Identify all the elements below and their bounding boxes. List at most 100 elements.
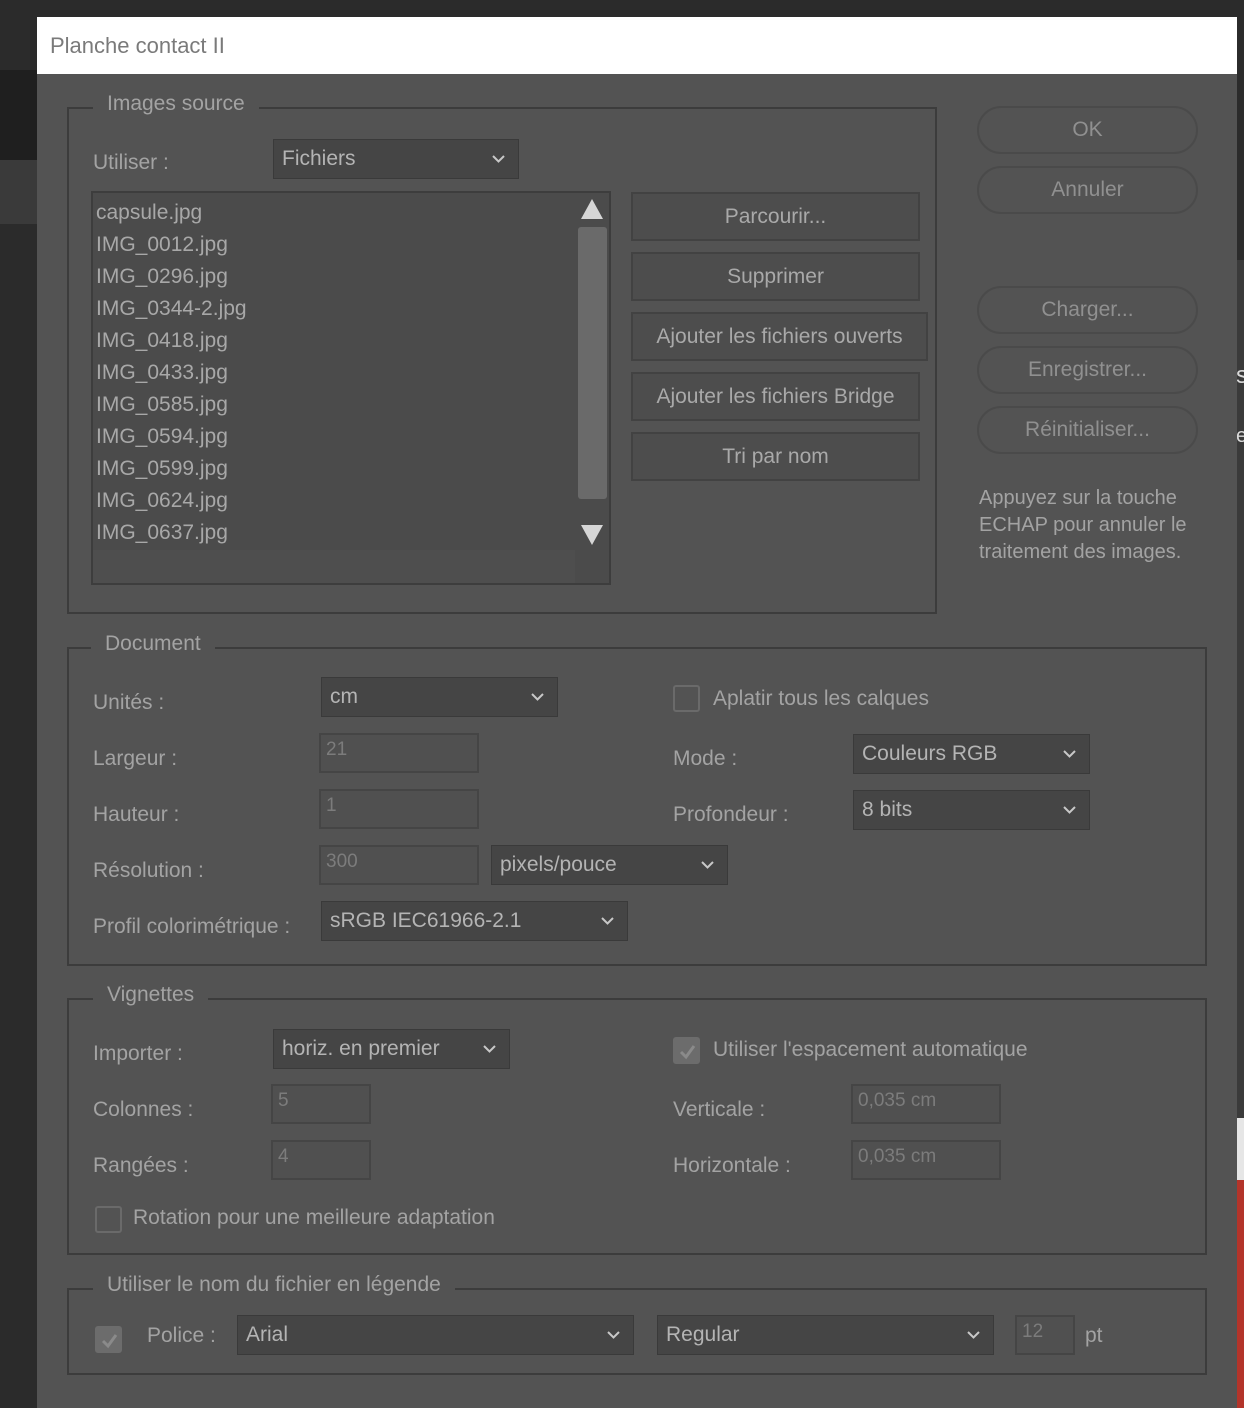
use-dropdown-value: Fichiers (282, 147, 356, 170)
file-list-item[interactable]: IMG_0594.jpg (96, 421, 247, 453)
depth-dropdown[interactable]: 8 bits (853, 790, 1090, 830)
add-open-files-button[interactable]: Ajouter les fichiers ouverts (631, 312, 928, 361)
place-dropdown[interactable]: horiz. en premier (273, 1029, 510, 1069)
font-dropdown-value: Arial (246, 1323, 289, 1346)
cancel-button[interactable]: Annuler (977, 166, 1198, 214)
auto-spacing-checkbox[interactable] (673, 1037, 700, 1064)
horizontal-spacing-field[interactable]: 0,035 cm (851, 1140, 1001, 1180)
file-list-empty-area (93, 550, 575, 583)
thumbnails-group: Vignettes Importer : horiz. en premier C… (67, 983, 1207, 1255)
mode-dropdown-value: Couleurs RGB (862, 742, 998, 765)
chevron-down-icon (483, 1045, 496, 1053)
place-dropdown-value: horiz. en premier (282, 1037, 440, 1060)
save-button[interactable]: Enregistrer... (977, 346, 1198, 394)
chevron-down-icon (701, 861, 714, 869)
chevron-down-icon (531, 693, 544, 701)
rows-field[interactable]: 4 (271, 1140, 371, 1180)
font-size-field[interactable]: 12 (1015, 1315, 1075, 1355)
file-list-item[interactable]: IMG_0433.jpg (96, 357, 247, 389)
reset-button[interactable]: Réinitialiser... (977, 406, 1198, 454)
font-style-value: Regular (666, 1323, 740, 1346)
ok-button[interactable]: OK (977, 106, 1198, 154)
units-dropdown[interactable]: cm (321, 677, 558, 717)
columns-field[interactable]: 5 (271, 1084, 371, 1124)
checkmark-icon (101, 1334, 118, 1349)
color-profile-label: Profil colorimétrique : (93, 915, 291, 938)
auto-spacing-label: Utiliser l'espacement automatique (713, 1038, 1028, 1061)
chevron-down-icon (492, 155, 505, 163)
horizontal-label: Horizontale : (673, 1154, 791, 1177)
chevron-down-icon (1063, 750, 1076, 758)
units-dropdown-value: cm (330, 685, 358, 708)
flatten-layers-checkbox[interactable] (673, 685, 700, 712)
chevron-down-icon (607, 1331, 620, 1339)
background-text: e (1236, 425, 1244, 447)
use-dropdown[interactable]: Fichiers (273, 139, 519, 179)
mode-dropdown[interactable]: Couleurs RGB (853, 734, 1090, 774)
load-button[interactable]: Charger... (977, 286, 1198, 334)
vertical-label: Verticale : (673, 1098, 766, 1121)
background-panel (0, 70, 37, 160)
font-style-dropdown[interactable]: Regular (657, 1315, 994, 1355)
font-label: Police : (147, 1324, 216, 1347)
color-profile-dropdown[interactable]: sRGB IEC61966-2.1 (321, 901, 628, 941)
resolution-unit-value: pixels/pouce (500, 853, 617, 876)
file-list[interactable]: capsule.jpg IMG_0012.jpg IMG_0296.jpg IMG_0… (91, 191, 611, 585)
file-list-item[interactable]: IMG_0599.jpg (96, 453, 247, 485)
document-group: Document Unités : cm Largeur : 21 Hauteu… (67, 632, 1207, 966)
height-field[interactable]: 1 (319, 789, 479, 829)
file-list-item[interactable]: IMG_0344-2.jpg (96, 293, 247, 325)
vertical-spacing-field[interactable]: 0,035 cm (851, 1084, 1001, 1124)
rows-label: Rangées : (93, 1154, 189, 1177)
color-profile-value: sRGB IEC61966-2.1 (330, 909, 522, 932)
remove-button[interactable]: Supprimer (631, 252, 920, 301)
file-list-item[interactable]: IMG_0296.jpg (96, 261, 247, 293)
scroll-thumb[interactable] (578, 227, 607, 499)
place-label: Importer : (93, 1042, 183, 1065)
rotate-label: Rotation pour une meilleure adaptation (133, 1206, 495, 1229)
caption-legend: Utiliser le nom du fichier en légende (93, 1273, 455, 1297)
depth-label: Profondeur : (673, 803, 789, 826)
rotate-checkbox[interactable] (95, 1206, 122, 1233)
document-legend: Document (91, 632, 215, 656)
browse-button[interactable]: Parcourir... (631, 192, 920, 241)
file-list-item[interactable]: capsule.jpg (96, 197, 247, 229)
file-list-item[interactable]: IMG_0418.jpg (96, 325, 247, 357)
caption-group: Utiliser le nom du fichier en légende Po… (67, 1273, 1207, 1375)
font-size-unit: pt (1085, 1324, 1103, 1347)
font-dropdown[interactable]: Arial (237, 1315, 634, 1355)
file-list-item[interactable]: IMG_0624.jpg (96, 485, 247, 517)
width-field[interactable]: 21 (319, 733, 479, 773)
background-text: s (1236, 362, 1244, 389)
add-bridge-files-button[interactable]: Ajouter les fichiers Bridge (631, 372, 920, 421)
width-label: Largeur : (93, 747, 178, 770)
background-panel (1237, 1118, 1244, 1180)
chevron-down-icon (1063, 806, 1076, 814)
escape-hint: Appuyez sur la touche ECHAP pour annuler… (979, 487, 1187, 563)
file-list-item[interactable]: IMG_0012.jpg (96, 229, 247, 261)
scrollbar[interactable] (575, 193, 609, 583)
use-label: Utiliser : (93, 151, 169, 174)
contact-sheet-dialog: Planche contact II Images source Utilise… (37, 17, 1237, 1408)
thumbnails-legend: Vignettes (93, 983, 209, 1007)
scroll-up-arrow-icon[interactable] (579, 197, 605, 221)
background-panel (1237, 1180, 1244, 1408)
resolution-field[interactable]: 300 (319, 845, 479, 885)
background-panel (0, 160, 37, 224)
file-list-item[interactable]: IMG_0585.jpg (96, 389, 247, 421)
chevron-down-icon (967, 1331, 980, 1339)
title-bar[interactable]: Planche contact II (37, 17, 1237, 74)
file-list-item[interactable]: IMG_0637.jpg (96, 517, 247, 549)
flatten-layers-label: Aplatir tous les calques (713, 687, 929, 710)
depth-dropdown-value: 8 bits (862, 798, 913, 821)
sort-by-name-button[interactable]: Tri par nom (631, 432, 920, 481)
source-images-legend: Images source (93, 92, 259, 116)
units-label: Unités : (93, 691, 165, 714)
columns-label: Colonnes : (93, 1098, 194, 1121)
window-title: Planche contact II (50, 32, 225, 58)
resolution-unit-dropdown[interactable]: pixels/pouce (491, 845, 728, 885)
mode-label: Mode : (673, 747, 738, 770)
height-label: Hauteur : (93, 803, 180, 826)
scroll-down-arrow-icon[interactable] (579, 523, 605, 547)
caption-checkbox[interactable] (95, 1326, 122, 1353)
